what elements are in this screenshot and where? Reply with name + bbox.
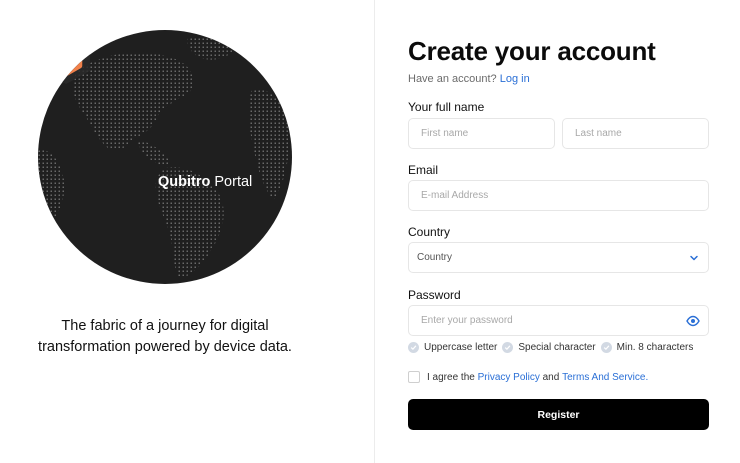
brand-name-light: Portal [214, 174, 253, 190]
login-link[interactable]: Log in [500, 73, 530, 85]
check-circle-icon [408, 342, 419, 353]
password-input[interactable] [409, 306, 708, 335]
login-prompt: Have an account? Log in [408, 73, 530, 85]
globe-illustration: Qubitro Portal [38, 30, 292, 284]
email-input[interactable] [409, 181, 708, 210]
country-select[interactable]: Country [408, 242, 709, 273]
password-field[interactable] [408, 305, 709, 336]
first-name-field[interactable] [408, 118, 555, 149]
page-title: Create your account [408, 36, 656, 66]
agree-and: and [542, 371, 560, 383]
password-requirements: Uppercase letter Special character Min. … [408, 342, 698, 353]
brand-panel: Qubitro Portal The fabric of a journey f… [0, 0, 374, 463]
tagline: The fabric of a journey for digital tran… [38, 318, 292, 355]
qubitro-logo-icon [42, 32, 90, 84]
last-name-input[interactable] [563, 119, 708, 148]
terms-link[interactable]: Terms And Service. [562, 372, 648, 383]
full-name-label: Your full name [408, 100, 485, 114]
requirement-special: Special character [502, 342, 596, 353]
terms-agreement: I agree the Privacy Policy and Terms And… [408, 371, 648, 383]
have-account-text: Have an account? [408, 73, 497, 85]
country-select-value: Country [417, 252, 453, 263]
requirement-length: Min. 8 characters [600, 342, 694, 353]
terms-checkbox[interactable] [408, 371, 420, 383]
register-button[interactable]: Register [408, 399, 709, 430]
signup-panel: Create your account Have an account? Log… [374, 0, 740, 463]
requirement-label: Min. 8 characters [616, 342, 694, 353]
brand-name: Qubitro Portal [158, 174, 252, 190]
email-label: Email [408, 163, 439, 177]
email-field[interactable] [408, 180, 709, 211]
password-label: Password [408, 288, 461, 302]
last-name-field[interactable] [562, 118, 709, 149]
privacy-policy-link[interactable]: Privacy Policy [478, 372, 540, 383]
requirement-uppercase: Uppercase letter [408, 342, 497, 353]
agree-prefix: I agree the [427, 371, 475, 383]
country-label: Country [408, 225, 451, 239]
requirement-label: Uppercase letter [424, 342, 498, 353]
first-name-input[interactable] [409, 119, 554, 148]
eye-icon[interactable] [686, 315, 700, 327]
check-circle-icon [600, 342, 612, 353]
chevron-down-icon[interactable] [689, 253, 699, 263]
check-circle-icon [502, 342, 514, 353]
requirement-label: Special character [518, 342, 596, 353]
brand-overlay: Qubitro Portal [38, 30, 292, 284]
brand-name-bold: Qubitro [158, 174, 211, 190]
